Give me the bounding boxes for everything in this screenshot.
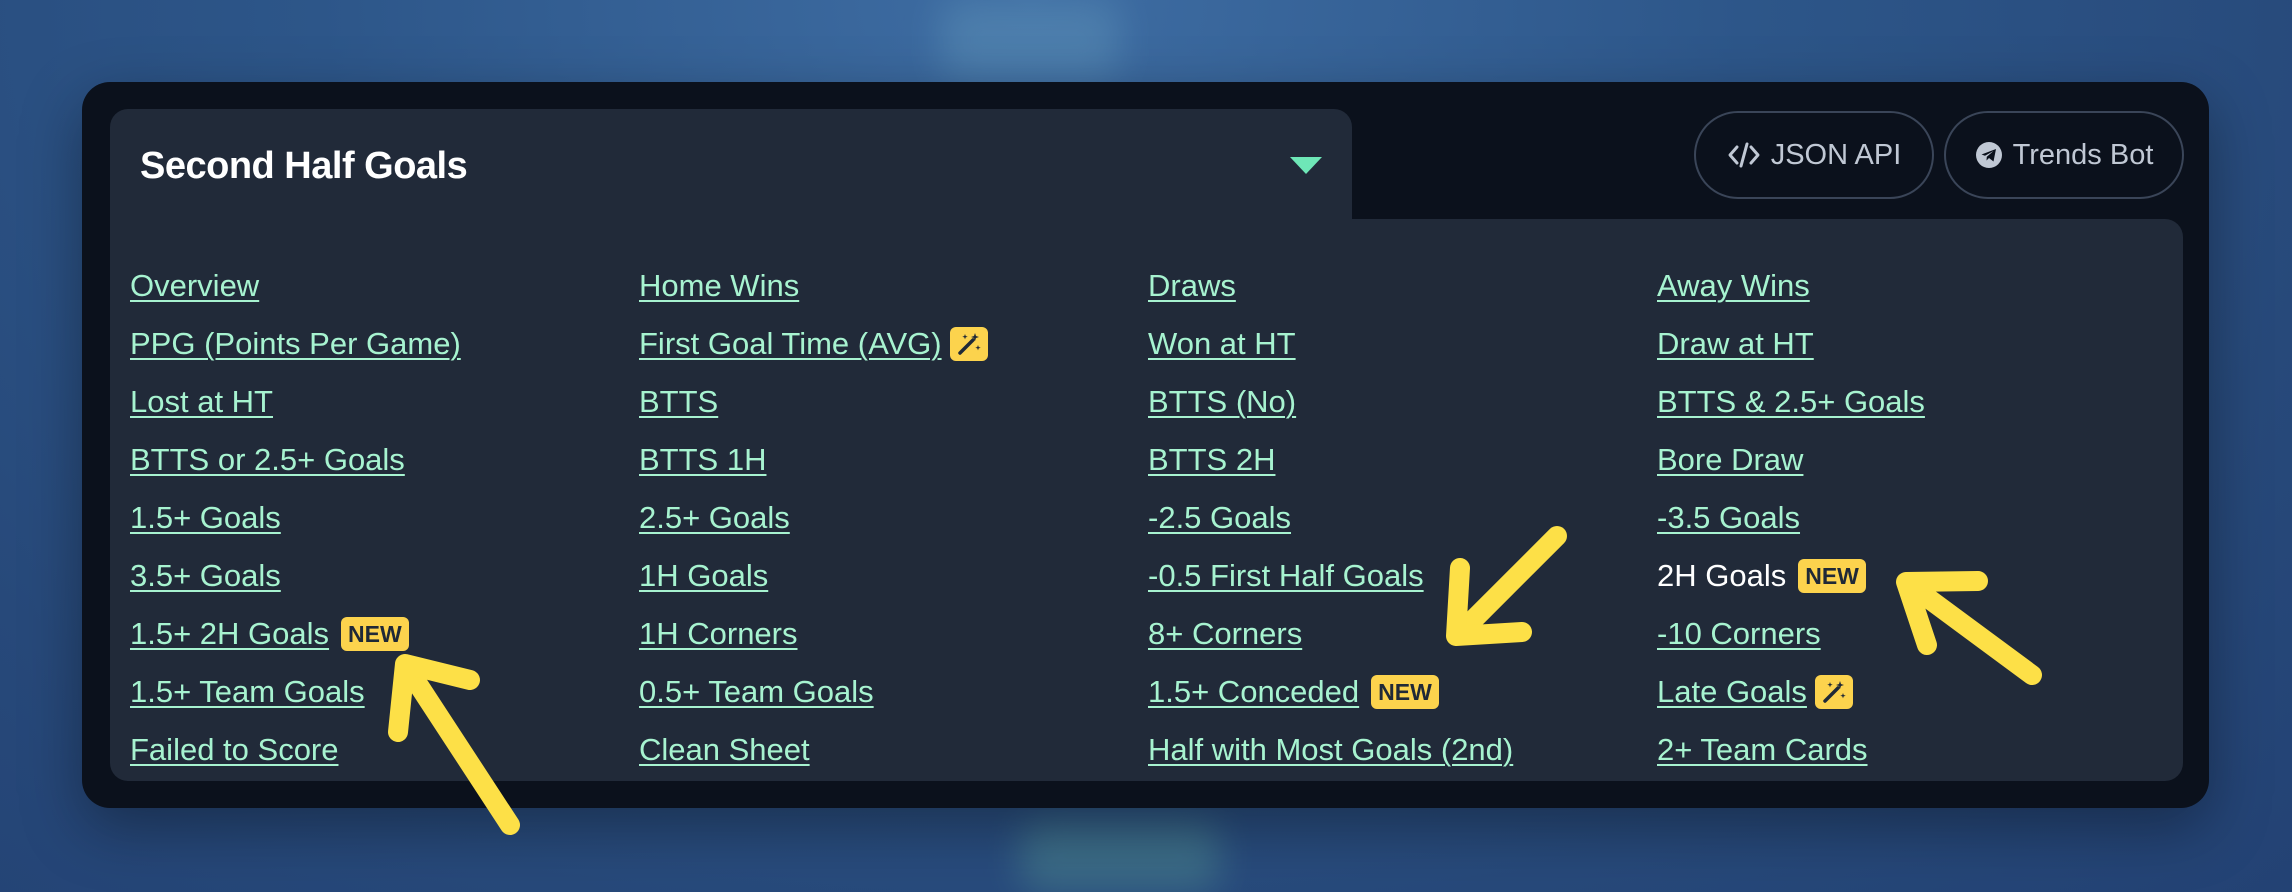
list-item: Half with Most Goals (2nd) xyxy=(1148,721,1513,779)
stat-link[interactable]: Draws xyxy=(1148,268,1236,304)
background-blur xyxy=(940,0,1120,80)
stat-link[interactable]: -3.5 Goals xyxy=(1657,500,1800,536)
stat-link[interactable]: Lost at HT xyxy=(130,384,273,420)
stat-link[interactable]: BTTS xyxy=(639,384,718,420)
list-item: 2H Goals NEW xyxy=(1657,547,1925,605)
stat-link[interactable]: 1H Goals xyxy=(639,558,768,594)
link-column: Draws Won at HT BTTS (No) BTTS 2H -2.5 Goals… xyxy=(1148,257,1513,779)
stat-link[interactable]: PPG (Points Per Game) xyxy=(130,326,461,362)
stat-link[interactable]: 2+ Team Cards xyxy=(1657,732,1868,768)
chevron-down-icon[interactable] xyxy=(1290,157,1322,174)
list-item: Draw at HT xyxy=(1657,315,1925,373)
list-item: Won at HT xyxy=(1148,315,1513,373)
stat-link[interactable]: 1H Corners xyxy=(639,616,798,652)
stat-link[interactable]: Draw at HT xyxy=(1657,326,1814,362)
stat-link[interactable]: BTTS (No) xyxy=(1148,384,1296,420)
list-item: BTTS (No) xyxy=(1148,373,1513,431)
stat-link[interactable]: 1.5+ Goals xyxy=(130,500,281,536)
code-icon xyxy=(1728,142,1760,168)
list-item: 1H Corners xyxy=(639,605,988,663)
link-column: Away Wins Draw at HT BTTS & 2.5+ Goals Bore… xyxy=(1657,257,1925,779)
list-item: Bore Draw xyxy=(1657,431,1925,489)
list-item: Lost at HT xyxy=(130,373,461,431)
list-item: 1.5+ 2H Goals NEW xyxy=(130,605,461,663)
stat-link[interactable]: 3.5+ Goals xyxy=(130,558,281,594)
list-item: 0.5+ Team Goals xyxy=(639,663,988,721)
list-item: -10 Corners xyxy=(1657,605,1925,663)
stat-link[interactable]: BTTS & 2.5+ Goals xyxy=(1657,384,1925,420)
background-blur xyxy=(1020,820,1220,892)
list-item: 1.5+ Goals xyxy=(130,489,461,547)
stat-link[interactable]: 1.5+ Conceded xyxy=(1148,674,1359,710)
list-item: Late Goals xyxy=(1657,663,1925,721)
stats-link-grid: Overview PPG (Points Per Game) Lost at HT B… xyxy=(110,219,2183,781)
stat-link[interactable]: Late Goals xyxy=(1657,674,1807,710)
stat-link[interactable]: Bore Draw xyxy=(1657,442,1803,478)
list-item: 2+ Team Cards xyxy=(1657,721,1925,779)
list-item: BTTS & 2.5+ Goals xyxy=(1657,373,1925,431)
stat-link[interactable]: 8+ Corners xyxy=(1148,616,1302,652)
stat-link[interactable]: Failed to Score xyxy=(130,732,339,768)
list-item: 8+ Corners xyxy=(1148,605,1513,663)
stat-link[interactable]: -10 Corners xyxy=(1657,616,1821,652)
stat-link[interactable]: 0.5+ Team Goals xyxy=(639,674,874,710)
magic-wand-icon xyxy=(1814,675,1853,709)
list-item: -2.5 Goals xyxy=(1148,489,1513,547)
list-item: Overview xyxy=(130,257,461,315)
stat-link[interactable]: Half with Most Goals (2nd) xyxy=(1148,732,1513,768)
list-item: -0.5 First Half Goals xyxy=(1148,547,1513,605)
list-item: 2.5+ Goals xyxy=(639,489,988,547)
list-item: First Goal Time (AVG) xyxy=(639,315,988,373)
list-item: BTTS xyxy=(639,373,988,431)
stat-link[interactable]: -2.5 Goals xyxy=(1148,500,1291,536)
new-badge: NEW xyxy=(1371,675,1439,709)
telegram-icon xyxy=(1975,142,2002,168)
link-column: Overview PPG (Points Per Game) Lost at HT B… xyxy=(130,257,461,779)
link-column: Home Wins First Goal Time (AVG) BTTS BTTS 1… xyxy=(639,257,988,779)
list-item: 3.5+ Goals xyxy=(130,547,461,605)
trends-bot-label: Trends Bot xyxy=(2012,138,2154,171)
list-item: BTTS or 2.5+ Goals xyxy=(130,431,461,489)
list-item: 1H Goals xyxy=(639,547,988,605)
json-api-label: JSON API xyxy=(1770,138,1902,171)
stat-link[interactable]: Clean Sheet xyxy=(639,732,810,768)
page-title: Second Half Goals xyxy=(140,145,468,187)
list-item: Home Wins xyxy=(639,257,988,315)
new-badge: NEW xyxy=(1798,559,1866,593)
stat-link[interactable]: BTTS or 2.5+ Goals xyxy=(130,442,405,478)
list-item: Failed to Score xyxy=(130,721,461,779)
new-badge: NEW xyxy=(341,617,409,651)
stat-link[interactable]: -0.5 First Half Goals xyxy=(1148,558,1424,594)
list-item: 1.5+ Team Goals xyxy=(130,663,461,721)
list-item: Clean Sheet xyxy=(639,721,988,779)
json-api-button[interactable]: JSON API xyxy=(1694,111,1934,199)
stat-link[interactable]: BTTS 2H xyxy=(1148,442,1275,478)
stat-link[interactable]: BTTS 1H xyxy=(639,442,766,478)
list-item: BTTS 2H xyxy=(1148,431,1513,489)
magic-wand-icon xyxy=(949,327,988,361)
list-item: PPG (Points Per Game) xyxy=(130,315,461,373)
stat-link[interactable]: Overview xyxy=(130,268,259,304)
stat-link[interactable]: 1.5+ Team Goals xyxy=(130,674,365,710)
stat-link[interactable]: Home Wins xyxy=(639,268,799,304)
list-item: Away Wins xyxy=(1657,257,1925,315)
list-item: 1.5+ Conceded NEW xyxy=(1148,663,1513,721)
list-item: -3.5 Goals xyxy=(1657,489,1925,547)
stats-panel: Second Half Goals JSON API Trends Bot Ov… xyxy=(82,82,2209,808)
stat-link[interactable]: First Goal Time (AVG) xyxy=(639,326,942,362)
stat-link[interactable]: 2.5+ Goals xyxy=(639,500,790,536)
list-item: Draws xyxy=(1148,257,1513,315)
list-item: BTTS 1H xyxy=(639,431,988,489)
stat-link[interactable]: Away Wins xyxy=(1657,268,1810,304)
stat-link[interactable]: 1.5+ 2H Goals xyxy=(130,616,329,652)
trends-bot-button[interactable]: Trends Bot xyxy=(1944,111,2184,199)
stat-current: 2H Goals xyxy=(1657,558,1787,593)
stat-link[interactable]: Won at HT xyxy=(1148,326,1296,362)
